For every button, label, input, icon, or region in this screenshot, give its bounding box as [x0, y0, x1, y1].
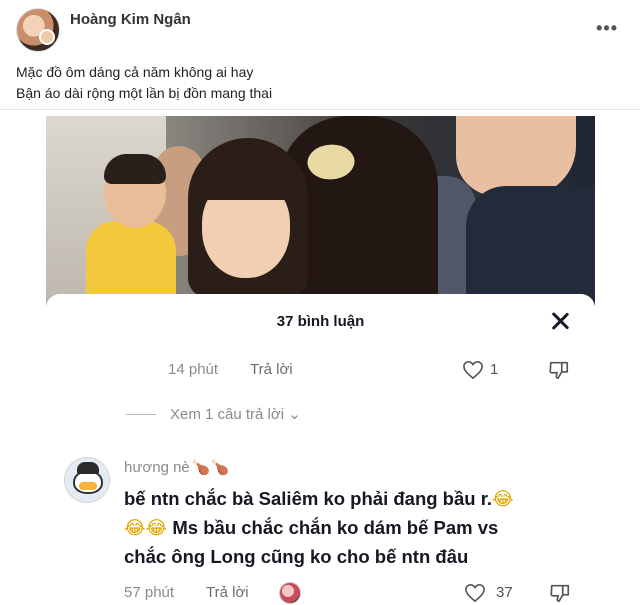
commenter-username[interactable]: hương nè 🍗🍗: [124, 458, 229, 476]
post-image[interactable]: 37 bình luận 14 phút Trả lời 1 Xem 1 câu…: [46, 116, 595, 605]
laugh-emoji: 😂: [124, 517, 146, 538]
caption-line: Mặc đồ ôm dáng cả năm không ai hay: [16, 64, 254, 80]
caption-line: Bận áo dài rộng một lần bị đồn mang thai: [16, 85, 273, 101]
divider-line: [126, 414, 156, 415]
author-avatar[interactable]: [16, 8, 60, 52]
laugh-emoji: 😂: [492, 488, 514, 509]
comments-title: 37 bình luận: [276, 313, 365, 330]
comment-line: chắc ông Long cũng ko cho bế ntn đâu: [124, 546, 469, 567]
comment-time: 57 phút: [124, 584, 175, 601]
like-count: 1: [490, 361, 499, 378]
video-frame-photo: [46, 116, 595, 306]
comment-meta: 57 phút Trả lời 37: [124, 582, 579, 604]
username-emoji: 🍗🍗: [191, 459, 230, 476]
dislike-icon[interactable]: [548, 359, 570, 381]
divider: [0, 109, 640, 110]
comments-sheet: 37 bình luận 14 phút Trả lời 1 Xem 1 câu…: [46, 294, 595, 605]
laugh-emoji: 😂: [145, 517, 168, 538]
heart-icon[interactable]: [464, 583, 486, 603]
post-header: Hoàng Kim Ngân •••: [16, 8, 624, 52]
like-count: 37: [496, 584, 513, 601]
more-options-icon[interactable]: •••: [596, 18, 618, 39]
commenter-avatar[interactable]: [64, 457, 110, 503]
username-text: hương nè: [124, 459, 190, 476]
comment-time: 14 phút: [168, 361, 219, 378]
view-replies-label[interactable]: Xem 1 câu trả lời ⌄: [170, 405, 301, 423]
reply-button[interactable]: Trả lời: [206, 584, 249, 601]
dislike-icon[interactable]: [549, 582, 571, 604]
author-name[interactable]: Hoàng Kim Ngân: [70, 11, 191, 28]
comment-line: bế ntn chắc bà Saliêm ko phải đang bầu r…: [124, 488, 493, 509]
comment-text: bế ntn chắc bà Saliêm ko phải đang bầu r…: [124, 484, 569, 571]
reply-button[interactable]: Trả lời: [250, 361, 293, 378]
prev-comment-meta: 14 phút Trả lời 1: [168, 359, 578, 381]
facebook-post: Hoàng Kim Ngân ••• Mặc đồ ôm dáng cả năm…: [0, 0, 640, 605]
close-icon[interactable]: [547, 308, 573, 334]
heart-icon[interactable]: [462, 360, 484, 380]
creator-liked-avatar: [279, 582, 301, 604]
comment-line: Ms bầu chắc chắn ko dám bế Pam vs: [172, 517, 499, 538]
post-caption: Mặc đồ ôm dáng cả năm không ai hay Bận á…: [16, 62, 616, 104]
